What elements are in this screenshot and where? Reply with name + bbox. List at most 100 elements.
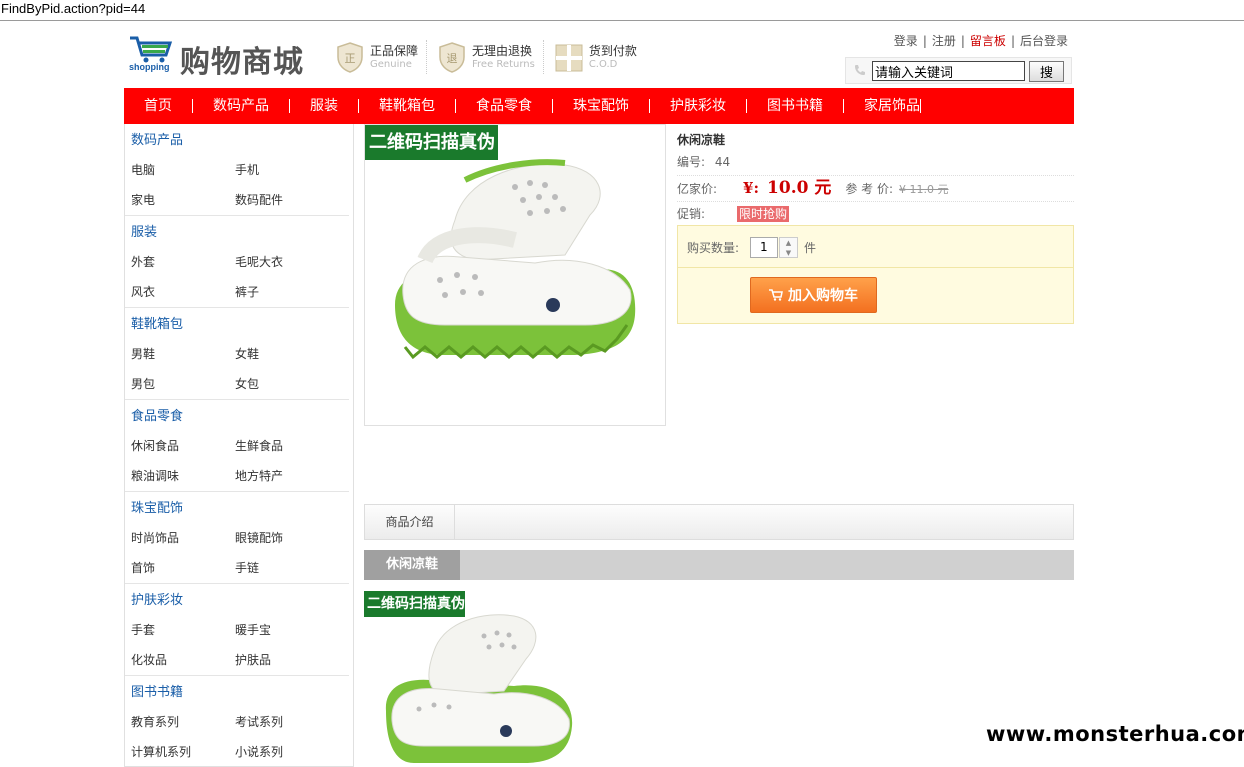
nav-digital[interactable]: 数码产品 (193, 99, 290, 113)
subcategory-link[interactable]: 手链 (229, 553, 333, 583)
subcategory-link[interactable]: 休闲食品 (125, 431, 229, 461)
quantity-input[interactable]: 1 (750, 237, 778, 258)
subcategory-link[interactable]: 电脑 (125, 155, 229, 185)
product-price: 10.0 元 (767, 178, 832, 198)
search-bar: 搜 (845, 57, 1072, 84)
search-input[interactable] (872, 61, 1025, 81)
subcategory-link[interactable]: 手机 (229, 155, 333, 185)
subcategory-link[interactable]: 教育系列 (125, 707, 229, 737)
login-link[interactable]: 登录 (894, 34, 918, 48)
nav-cosmetics[interactable]: 护肤彩妆 (650, 99, 747, 113)
description-header: 休闲凉鞋 (364, 550, 1074, 580)
product-code-row: 编号: 44 (677, 152, 1074, 176)
subcategory-link[interactable]: 裤子 (229, 277, 333, 307)
reference-price: ¥ 11.0 元 (899, 183, 949, 196)
quantity-row: 购买数量: 1 ▲ ▼ 件 (678, 226, 1073, 268)
subcategory-link[interactable]: 粮油调味 (125, 461, 229, 491)
price-label: 亿家价: (677, 182, 718, 196)
subcategory-link[interactable]: 首饰 (125, 553, 229, 583)
nav-shoes-bags[interactable]: 鞋靴箱包 (359, 99, 456, 113)
subcategory-link[interactable]: 女鞋 (229, 339, 333, 369)
logo-title: 购物商城 (180, 45, 304, 80)
subcategory-link[interactable]: 小说系列 (229, 737, 333, 767)
site-logo[interactable]: shopping 购物商城 (128, 35, 310, 80)
subcategory-link[interactable]: 暖手宝 (229, 615, 333, 645)
subcategory-link[interactable]: 手套 (125, 615, 229, 645)
separator: | (922, 34, 927, 48)
product-code: 44 (714, 155, 731, 169)
address-bar[interactable]: FindByPid.action?pid=44 (0, 0, 1244, 21)
category-group: 鞋靴箱包 男鞋 女鞋 男包 女包 (125, 308, 349, 400)
register-link[interactable]: 注册 (932, 34, 956, 48)
separator: | (960, 34, 965, 48)
category-title[interactable]: 图书书籍 (125, 676, 349, 707)
currency-symbol: ¥: (743, 179, 760, 197)
category-group: 图书书籍 教育系列 考试系列 计算机系列 小说系列 (125, 676, 349, 767)
subcategory-link[interactable]: 女包 (229, 369, 333, 399)
svg-text:正: 正 (345, 52, 356, 65)
category-group: 食品零食 休闲食品 生鲜食品 粮油调味 地方特产 (125, 400, 349, 492)
subcategory-link[interactable]: 外套 (125, 247, 229, 277)
product-tabs: 商品介绍 (364, 504, 1074, 540)
category-title[interactable]: 服装 (125, 216, 349, 247)
subcategory-link[interactable]: 家电 (125, 185, 229, 215)
buy-box: 购买数量: 1 ▲ ▼ 件 加入购物车 (677, 225, 1074, 324)
subcategory-link[interactable]: 生鲜食品 (229, 431, 333, 461)
category-title[interactable]: 鞋靴箱包 (125, 308, 349, 339)
quantity-label: 购买数量: (687, 241, 740, 255)
guarantee-subtitle: Genuine (370, 58, 412, 70)
phone-icon (855, 65, 865, 75)
subcategory-link[interactable]: 护肤品 (229, 645, 333, 675)
nav-food[interactable]: 食品零食 (456, 99, 553, 113)
guestbook-link[interactable]: 留言板 (970, 34, 1006, 48)
add-to-cart-label: 加入购物车 (788, 288, 858, 304)
subcategory-link[interactable]: 计算机系列 (125, 737, 229, 767)
category-title[interactable]: 数码产品 (125, 124, 349, 155)
promotion-tag: 限时抢购 (737, 206, 790, 222)
promotion-label: 促销: (677, 207, 706, 221)
chevron-down-icon[interactable]: ▼ (780, 248, 797, 258)
guarantee-title: 正品保障 (370, 43, 419, 58)
product-price-row: 亿家价: ¥: 10.0 元参 考 价: ¥ 11.0 元 (677, 176, 1074, 202)
cart-icon (769, 289, 783, 301)
category-title[interactable]: 珠宝配饰 (125, 492, 349, 523)
subcategory-link[interactable]: 风衣 (125, 277, 229, 307)
subcategory-link[interactable]: 化妆品 (125, 645, 229, 675)
nav-home-decor[interactable]: 家居饰品 (844, 99, 921, 113)
tab-product-intro[interactable]: 商品介绍 (365, 505, 455, 539)
guarantee-subtitle: Free Returns (472, 58, 535, 70)
category-sidebar: 数码产品 电脑 手机 家电 数码配件 服装 外套 毛呢大衣 风衣 裤子 鞋靴箱包 男鞋女… (124, 124, 354, 767)
promotion-row: 促销: 限时抢购 (677, 202, 1074, 226)
subcategory-link[interactable]: 考试系列 (229, 707, 333, 737)
shield-icon: 正 (337, 42, 363, 73)
chevron-up-icon[interactable]: ▲ (780, 238, 797, 248)
category-group: 数码产品 电脑 手机 家电 数码配件 (125, 124, 349, 216)
subcategory-link[interactable]: 数码配件 (229, 185, 333, 215)
category-title[interactable]: 护肤彩妆 (125, 584, 349, 615)
nav-jewelry[interactable]: 珠宝配饰 (553, 99, 650, 113)
product-name: 休闲凉鞋 (677, 133, 726, 147)
subcategory-link[interactable]: 男鞋 (125, 339, 229, 369)
nav-books[interactable]: 图书书籍 (747, 99, 844, 113)
subcategory-link[interactable]: 毛呢大衣 (229, 247, 333, 277)
product-image-box: 二维码扫描真伪 (364, 124, 666, 426)
subcategory-link[interactable]: 眼镜配饰 (229, 523, 333, 553)
subcategory-link[interactable]: 地方特产 (229, 461, 333, 491)
product-code-label: 编号: (677, 155, 706, 169)
nav-clothing[interactable]: 服装 (290, 99, 359, 113)
subcategory-link[interactable]: 男包 (125, 369, 229, 399)
search-button[interactable]: 搜 (1029, 61, 1064, 82)
description-image (364, 591, 584, 767)
nav-home[interactable]: 首页 (124, 99, 193, 113)
return-shield-icon: 退 (439, 42, 465, 73)
category-group: 服装 外套 毛呢大衣 风衣 裤子 (125, 216, 349, 308)
guarantee-subtitle: C.O.D (588, 58, 618, 70)
subcategory-link[interactable]: 时尚饰品 (125, 523, 229, 553)
category-title[interactable]: 食品零食 (125, 400, 349, 431)
description-title: 休闲凉鞋 (364, 550, 460, 580)
separator: | (1010, 34, 1015, 48)
admin-login-link[interactable]: 后台登录 (1020, 34, 1068, 48)
quantity-unit: 件 (804, 241, 817, 255)
quantity-stepper[interactable]: ▲ ▼ (779, 237, 798, 258)
add-to-cart-button[interactable]: 加入购物车 (750, 277, 877, 313)
